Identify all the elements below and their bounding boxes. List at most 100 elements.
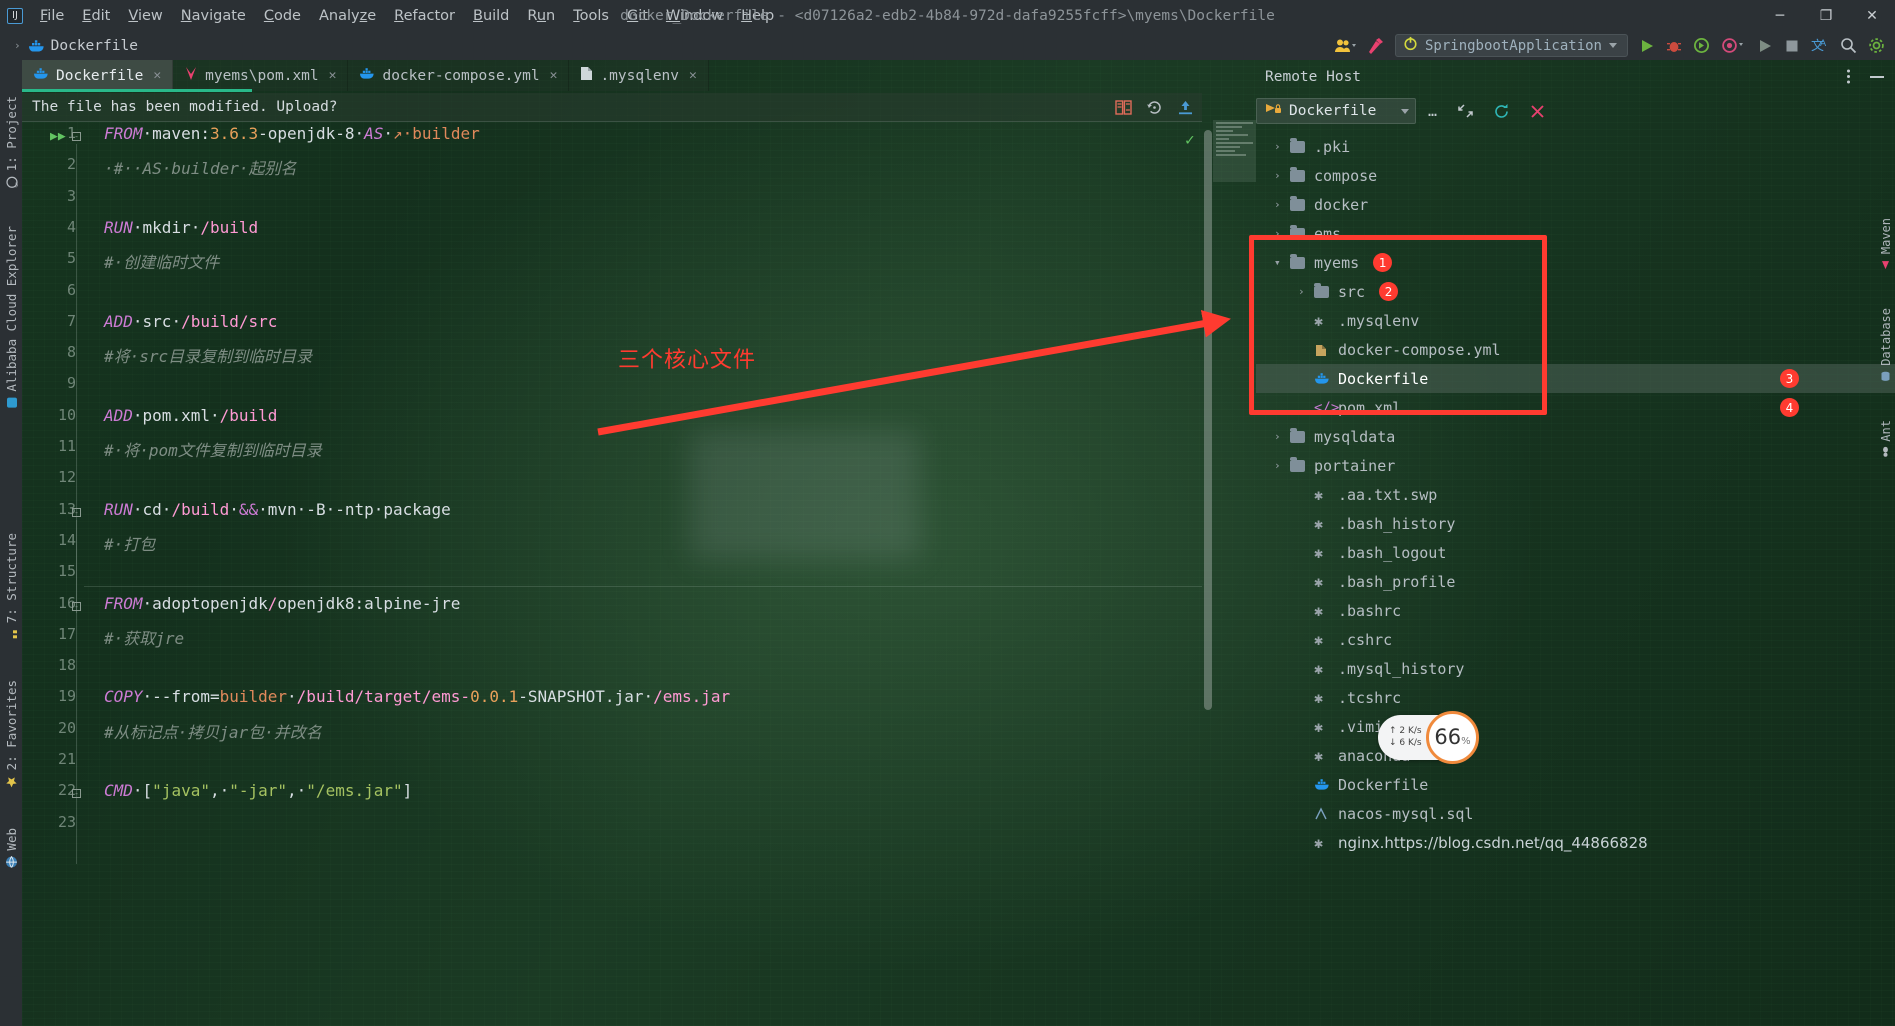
upload-icon[interactable] — [1177, 99, 1194, 116]
sidebar-item-web[interactable]: Web — [4, 820, 19, 877]
maximize-button[interactable]: ❐ — [1803, 0, 1849, 31]
history-icon[interactable] — [1146, 99, 1163, 116]
chevron-right-icon[interactable]: › — [1298, 285, 1314, 298]
remote-file-tree[interactable]: › .pki › compose › docker › ems ▾ myems 1 › src 2 ✱ .my… — [1256, 132, 1895, 1026]
sidebar-item-ant[interactable]: Ant — [1879, 412, 1893, 466]
tree-node-bash-logout[interactable]: ✱ .bash_logout — [1256, 538, 1895, 567]
tree-node-mysqlenv[interactable]: ✱ .mysqlenv — [1256, 306, 1895, 335]
tree-node-dockerfile[interactable]: Dockerfile 3 — [1256, 364, 1895, 393]
tree-node-portainer[interactable]: › portainer — [1256, 451, 1895, 480]
tree-node-dockerfile[interactable]: Dockerfile — [1256, 770, 1895, 799]
tree-node-mysqldata[interactable]: › mysqldata — [1256, 422, 1895, 451]
tree-node-docker-compose-yml[interactable]: docker-compose.yml — [1256, 335, 1895, 364]
menu-item-edit[interactable]: Edit — [73, 4, 119, 28]
code-fold-toggle[interactable]: - — [72, 132, 81, 141]
tree-node-src[interactable]: › src 2 — [1256, 277, 1895, 306]
sidebar-item-maven[interactable]: Maven — [1879, 210, 1893, 278]
sidebar-item-alibaba-cloud-explorer[interactable]: Alibaba Cloud Explorer — [4, 218, 19, 417]
menu-item-window[interactable]: Window — [657, 4, 732, 28]
menu-item-code[interactable]: Code — [255, 4, 310, 28]
profiler-icon[interactable] — [1721, 37, 1746, 54]
menu-item-help[interactable]: Help — [732, 4, 783, 28]
editor-tab-3[interactable]: .mysqlenv ✕ — [569, 60, 709, 91]
collapse-all-icon[interactable] — [1457, 103, 1474, 119]
run-with-coverage-icon[interactable] — [1693, 37, 1710, 54]
remote-server-selector[interactable]: Dockerfile — [1256, 98, 1416, 124]
sidebar-item-project[interactable]: M 1: Project — [4, 88, 21, 196]
code-line[interactable]: #·将·pom文件复制到临时目录 — [104, 437, 322, 461]
code-line[interactable]: #·获取jre — [104, 625, 184, 649]
menu-item-file[interactable]: File — [31, 4, 73, 28]
tree-node-mysql-history[interactable]: ✱ .mysql_history — [1256, 654, 1895, 683]
chevron-right-icon[interactable]: › — [1274, 430, 1290, 443]
code-line[interactable]: ·#··AS·builder·起别名 — [104, 155, 297, 179]
chevron-right-icon[interactable]: › — [1274, 227, 1290, 240]
close-tab-icon[interactable]: ✕ — [689, 68, 697, 83]
menu-item-git[interactable]: Git — [618, 4, 657, 28]
tree-node-bash-history[interactable]: ✱ .bash_history — [1256, 509, 1895, 538]
refresh-icon[interactable] — [1493, 103, 1510, 120]
close-button[interactable]: ✕ — [1849, 0, 1895, 31]
tree-node-bashrc[interactable]: ✱ .bashrc — [1256, 596, 1895, 625]
code-line[interactable]: ADD·src·/build/src — [104, 312, 277, 331]
tree-node-nginx[interactable]: ✱ nginx.https://blog.csdn.net/qq_44866828 — [1256, 828, 1895, 857]
users-icon[interactable] — [1334, 38, 1356, 54]
run-configuration-selector[interactable]: SpringbootApplication — [1394, 34, 1628, 57]
code-line[interactable]: #将·src目录复制到临时目录 — [104, 343, 312, 367]
tree-node-cshrc[interactable]: ✱ .cshrc — [1256, 625, 1895, 654]
sidebar-item-database[interactable]: Database — [1879, 300, 1893, 390]
menu-item-tools[interactable]: Tools — [564, 4, 618, 28]
code-line[interactable]: RUN·cd·/build·&&·mvn·-B·-ntp·package — [104, 500, 451, 519]
editor-minimap[interactable] — [1213, 120, 1256, 182]
more-vertical-icon[interactable] — [1846, 68, 1851, 85]
sidebar-item-structure[interactable]: 7: Structure — [4, 525, 19, 648]
tree-node-ems[interactable]: › ems — [1256, 219, 1895, 248]
search-icon[interactable] — [1840, 37, 1857, 54]
run-icon[interactable] — [1639, 38, 1655, 54]
close-tab-icon[interactable]: ✕ — [550, 68, 558, 83]
menu-item-run[interactable]: Run — [518, 4, 564, 28]
close-icon[interactable] — [1529, 103, 1546, 120]
translate-icon[interactable]: 文A — [1811, 37, 1829, 54]
tree-node-aa-txt-swp[interactable]: ✱ .aa.txt.swp — [1256, 480, 1895, 509]
tree-node-pom-xml[interactable]: </> pom.xml 4 — [1256, 393, 1895, 422]
code-line[interactable]: FROM·maven:3.6.3-openjdk-8·AS·↗·builder — [104, 124, 480, 143]
code-line[interactable]: #从标记点·拷贝jar包·并改名 — [104, 719, 322, 743]
diff-icon[interactable] — [1115, 99, 1132, 116]
tree-node-myems[interactable]: ▾ myems 1 — [1256, 248, 1895, 277]
menu-item-navigate[interactable]: Navigate — [172, 4, 255, 28]
menu-item-refactor[interactable]: Refactor — [385, 4, 464, 28]
close-tab-icon[interactable]: ✕ — [329, 68, 337, 83]
minimize-button[interactable]: ─ — [1757, 0, 1803, 31]
chevron-down-icon[interactable]: ▾ — [1274, 256, 1290, 269]
code-line[interactable]: ADD·pom.xml·/build — [104, 406, 277, 425]
debug-icon[interactable] — [1666, 38, 1682, 54]
code-editor[interactable]: 1 2 3 4 5 6 7 8 9 10 11 12 13 14 15 16 17 18 19 20 21 22 23 ▶▶ -… — [22, 122, 1202, 1026]
settings-icon[interactable] — [1868, 37, 1885, 54]
stop-icon[interactable] — [1784, 38, 1800, 54]
remote-host-more-button[interactable]: … — [1422, 102, 1445, 120]
editor-scrollbar-thumb[interactable] — [1204, 130, 1212, 710]
code-line[interactable]: FROM·adoptopenjdk/openjdk8:alpine-jre — [104, 594, 460, 613]
chevron-right-icon[interactable]: › — [1274, 198, 1290, 211]
tree-node-docker[interactable]: › docker — [1256, 190, 1895, 219]
editor-tab-2[interactable]: docker-compose.yml ✕ — [348, 60, 570, 91]
build-hammer-icon[interactable] — [1367, 37, 1384, 55]
close-tab-icon[interactable]: ✕ — [153, 68, 161, 83]
tree-node-pki[interactable]: › .pki — [1256, 132, 1895, 161]
tree-node-bash-profile[interactable]: ✱ .bash_profile — [1256, 567, 1895, 596]
code-line[interactable]: #·创建临时文件 — [104, 249, 219, 273]
menu-item-view[interactable]: View — [119, 4, 171, 28]
sidebar-item-favorites[interactable]: 2: Favorites — [4, 672, 19, 796]
editor-tab-1[interactable]: myems\pom.xml ✕ — [173, 60, 349, 91]
tree-node-tcshrc[interactable]: ✱ .tcshrc — [1256, 683, 1895, 712]
code-line[interactable]: CMD·["java",·"-jar",·"/ems.jar"] — [104, 781, 412, 800]
network-speed-widget[interactable]: ↑ 2 K/s ↓ 6 K/s 66% — [1378, 711, 1479, 764]
chevron-right-icon[interactable]: › — [1274, 140, 1290, 153]
editor-tab-0[interactable]: Dockerfile ✕ — [22, 60, 174, 91]
editor-gutter[interactable]: 1 2 3 4 5 6 7 8 9 10 11 12 13 14 15 16 17 18 19 20 21 22 23 ▶▶ -… — [22, 122, 84, 1026]
run-alt-icon[interactable] — [1757, 38, 1773, 54]
editor-code-area[interactable]: FROM·maven:3.6.3-openjdk-8·AS·↗·builder ·… — [84, 122, 1202, 1026]
code-line[interactable]: #·打包 — [104, 531, 155, 555]
code-line[interactable]: COPY·--from=builder·/build/target/ems-0.… — [104, 687, 730, 706]
